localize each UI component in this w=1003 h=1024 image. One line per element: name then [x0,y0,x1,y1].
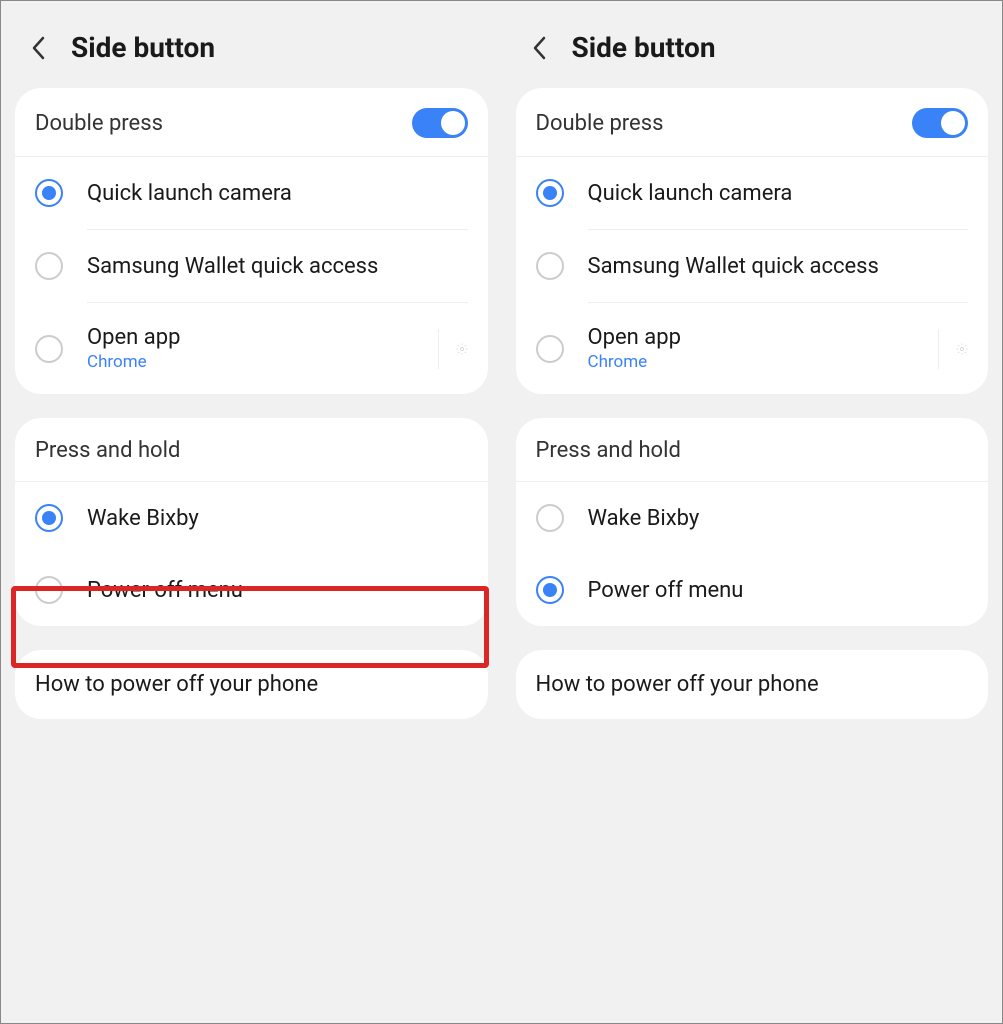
double-press-header: Double press [15,88,488,157]
option-open-app[interactable]: Open app Chrome [516,303,989,394]
press-hold-header: Press and hold [516,418,989,482]
option-samsung-wallet[interactable]: Samsung Wallet quick access [15,230,488,302]
radio-icon [536,252,564,280]
double-press-header: Double press [516,88,989,157]
how-to-power-off-link[interactable]: How to power off your phone [516,650,989,719]
double-press-title: Double press [35,111,163,136]
radio-icon [536,179,564,207]
option-label: Quick launch camera [87,181,468,206]
press-hold-header: Press and hold [15,418,488,482]
how-to-power-off-link[interactable]: How to power off your phone [15,650,488,719]
option-open-app[interactable]: Open app Chrome [15,303,488,394]
double-press-title: Double press [536,111,664,136]
option-power-off-menu[interactable]: Power off menu [15,554,488,626]
option-label: Quick launch camera [588,181,969,206]
radio-icon [35,179,63,207]
radio-icon [536,576,564,604]
radio-icon [536,504,564,532]
option-power-off-menu[interactable]: Power off menu [516,554,989,626]
option-label: Open app [87,325,416,350]
header: Side button [502,1,1003,88]
radio-icon [536,335,564,363]
press-hold-title: Press and hold [35,438,468,463]
radio-icon [35,576,63,604]
option-label: Open app [588,325,917,350]
option-wake-bixby[interactable]: Wake Bixby [15,482,488,554]
option-label: Samsung Wallet quick access [87,254,468,279]
press-hold-title: Press and hold [536,438,969,463]
option-content: Open app Chrome [87,325,416,372]
link-label: How to power off your phone [35,672,318,697]
link-label: How to power off your phone [536,672,819,697]
header: Side button [1,1,502,88]
divider [938,329,939,369]
back-icon[interactable] [27,36,51,60]
radio-icon [35,335,63,363]
radio-icon [35,504,63,532]
double-press-card: Double press Quick launch camera Samsung… [516,88,989,394]
double-press-toggle[interactable] [912,108,968,138]
option-sublabel: Chrome [87,352,416,372]
back-icon[interactable] [528,36,552,60]
option-quick-launch-camera[interactable]: Quick launch camera [516,157,989,229]
option-quick-launch-camera[interactable]: Quick launch camera [15,157,488,229]
option-wake-bixby[interactable]: Wake Bixby [516,482,989,554]
page-title: Side button [71,31,215,64]
press-hold-card: Press and hold Wake Bixby Power off menu [516,418,989,626]
option-content: Open app Chrome [588,325,917,372]
option-label: Power off menu [87,578,468,603]
option-samsung-wallet[interactable]: Samsung Wallet quick access [516,230,989,302]
divider [438,329,439,369]
settings-panel-left: Side button Double press Quick launch ca… [1,1,502,1023]
option-label: Wake Bixby [588,506,969,531]
option-label: Wake Bixby [87,506,468,531]
settings-panel-right: Side button Double press Quick launch ca… [502,1,1003,1023]
double-press-card: Double press Quick launch camera Samsung… [15,88,488,394]
gear-icon[interactable] [940,335,968,363]
option-sublabel: Chrome [588,352,917,372]
press-hold-card: Press and hold Wake Bixby Power off menu [15,418,488,626]
option-label: Power off menu [588,578,969,603]
gear-icon[interactable] [440,335,468,363]
option-label: Samsung Wallet quick access [588,254,969,279]
page-title: Side button [572,31,716,64]
radio-icon [35,252,63,280]
double-press-toggle[interactable] [412,108,468,138]
